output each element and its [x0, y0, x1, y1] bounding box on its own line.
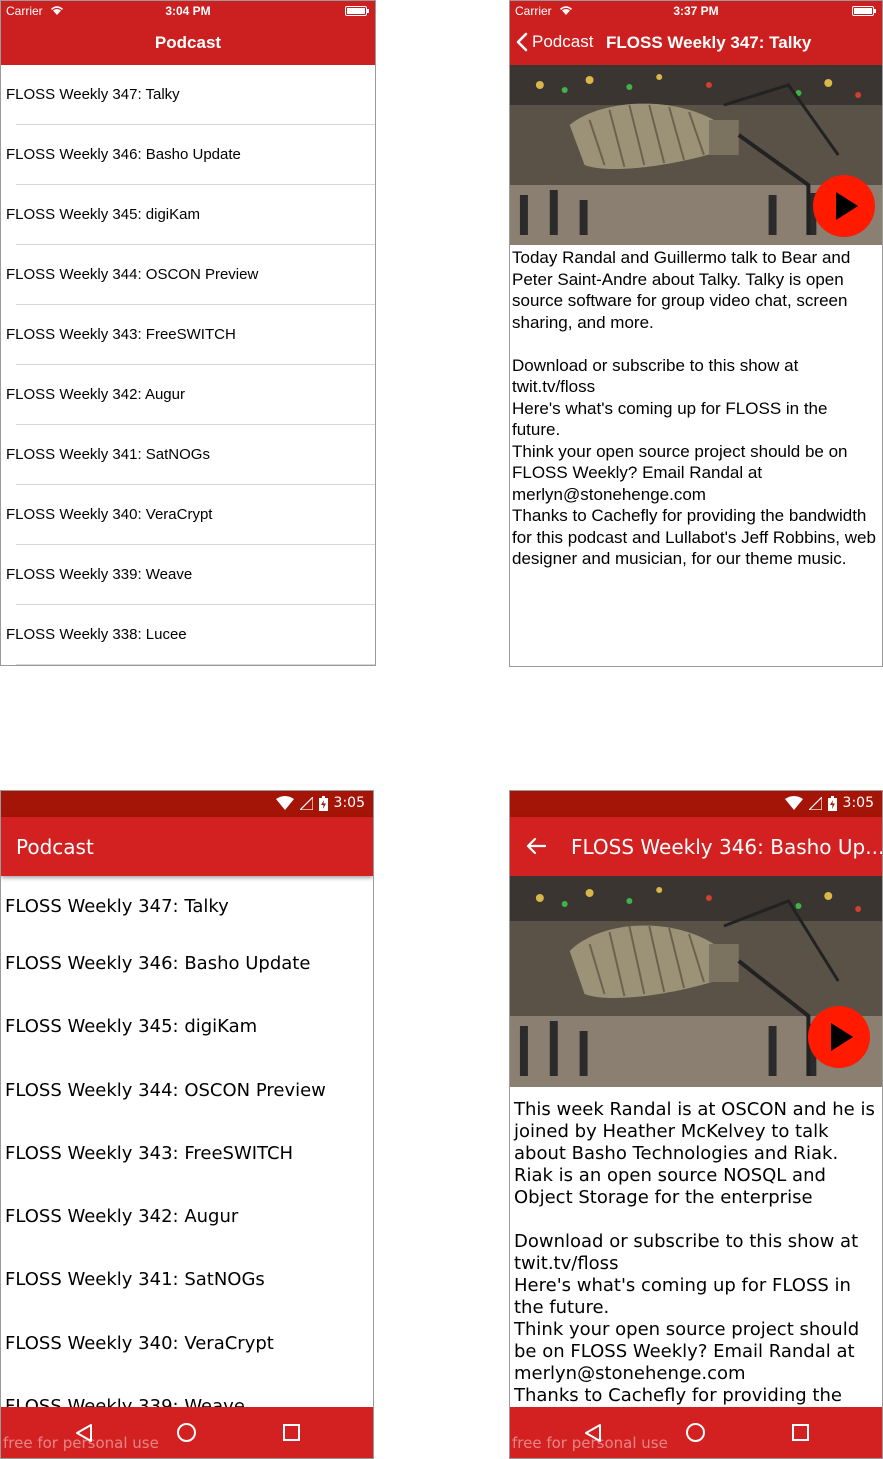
- status-bar: 3:05: [510, 791, 882, 817]
- battery-icon: [827, 795, 837, 811]
- back-label: Podcast: [532, 32, 594, 51]
- nav-home-icon[interactable]: [177, 1423, 196, 1442]
- list-item[interactable]: FLOSS Weekly 342: Augur: [1, 365, 375, 425]
- list-item[interactable]: FLOSS Weekly 340: VeraCrypt: [1, 1312, 373, 1375]
- play-button[interactable]: [813, 175, 875, 237]
- status-time: 3:05: [842, 795, 874, 811]
- ios-navigation-bar: Carrier 3:37 PM Podcast FLOSS Weekly 347…: [510, 1, 882, 65]
- episode-image: [510, 65, 882, 245]
- status-bar: Carrier 3:04 PM: [1, 1, 375, 21]
- list-item[interactable]: FLOSS Weekly 346: Basho Update: [1, 932, 373, 995]
- back-arrow-icon: [516, 32, 528, 52]
- battery-icon: [318, 795, 328, 811]
- battery-icon: [852, 6, 876, 16]
- page-title: FLOSS Weekly 346: Basho Up...: [571, 835, 883, 859]
- signal-icon: [299, 796, 313, 810]
- ios-detail-screen: Carrier 3:37 PM Podcast FLOSS Weekly 347…: [509, 0, 883, 667]
- wifi-icon: [784, 796, 803, 810]
- android-toolbar: FLOSS Weekly 346: Basho Up...: [510, 817, 882, 876]
- android-toolbar: Podcast: [1, 817, 373, 876]
- episode-description: Today Randal and Guillermo talk to Bear …: [512, 248, 876, 568]
- page-title: Podcast: [16, 835, 94, 859]
- nav-recent-icon[interactable]: [283, 1424, 300, 1441]
- list-item[interactable]: FLOSS Weekly 344: OSCON Preview: [1, 1059, 373, 1122]
- status-bar: 3:05: [1, 791, 373, 817]
- list-item[interactable]: FLOSS Weekly 343: FreeSWITCH: [1, 305, 375, 365]
- list-item[interactable]: FLOSS Weekly 340: VeraCrypt: [1, 485, 375, 545]
- list-item[interactable]: FLOSS Weekly 345: digiKam: [1, 995, 373, 1058]
- system-navigation-bar: free for personal use: [510, 1407, 882, 1458]
- status-time: 3:37 PM: [673, 4, 719, 18]
- back-button[interactable]: Podcast: [516, 32, 593, 52]
- battery-icon: [345, 6, 369, 16]
- list-item[interactable]: FLOSS Weekly 338: Lucee: [1, 605, 375, 665]
- status-time: 3:05: [333, 795, 365, 811]
- ios-list-screen: Carrier 3:04 PM Podcast FLOSS Weekly 347…: [0, 0, 376, 666]
- list-item[interactable]: FLOSS Weekly 347: Talky: [1, 876, 373, 932]
- signal-icon: [808, 796, 822, 810]
- page-title: Podcast: [154, 33, 222, 52]
- list-item[interactable]: FLOSS Weekly 345: digiKam: [1, 185, 375, 245]
- play-button[interactable]: [808, 1006, 870, 1068]
- episode-list: FLOSS Weekly 347: Talky FLOSS Weekly 346…: [1, 65, 375, 665]
- status-bar: Carrier 3:37 PM: [510, 1, 882, 21]
- list-item[interactable]: FLOSS Weekly 342: Augur: [1, 1185, 373, 1248]
- list-item[interactable]: FLOSS Weekly 339: Weave: [1, 545, 375, 605]
- list-item[interactable]: FLOSS Weekly 341: SatNOGs: [1, 1248, 373, 1311]
- episode-list: FLOSS Weekly 347: Talky FLOSS Weekly 346…: [1, 876, 373, 1438]
- list-item[interactable]: FLOSS Weekly 341: SatNOGs: [1, 425, 375, 485]
- android-list-screen: 3:05 Podcast FLOSS Weekly 347: Talky FLO…: [0, 790, 374, 1459]
- list-item[interactable]: FLOSS Weekly 344: OSCON Preview: [1, 245, 375, 305]
- watermark: free for personal use: [3, 1434, 159, 1452]
- list-item[interactable]: FLOSS Weekly 346: Basho Update: [1, 125, 375, 185]
- episode-image: [510, 876, 882, 1087]
- ios-navigation-bar: Carrier 3:04 PM Podcast: [1, 1, 375, 65]
- watermark: free for personal use: [512, 1434, 668, 1452]
- list-item[interactable]: FLOSS Weekly 343: FreeSWITCH: [1, 1122, 373, 1185]
- back-arrow-icon[interactable]: [526, 836, 546, 856]
- page-title: FLOSS Weekly 347: Talky: [606, 33, 812, 52]
- wifi-icon: [275, 796, 294, 810]
- status-time: 3:04 PM: [165, 4, 211, 18]
- android-detail-screen: 3:05 FLOSS Weekly 346: Basho Up... This …: [509, 790, 883, 1459]
- system-navigation-bar: free for personal use: [1, 1407, 373, 1458]
- list-item[interactable]: FLOSS Weekly 347: Talky: [1, 65, 375, 125]
- nav-recent-icon[interactable]: [792, 1424, 809, 1441]
- episode-description: This week Randal is at OSCON and he is j…: [514, 1099, 875, 1450]
- nav-home-icon[interactable]: [686, 1423, 705, 1442]
